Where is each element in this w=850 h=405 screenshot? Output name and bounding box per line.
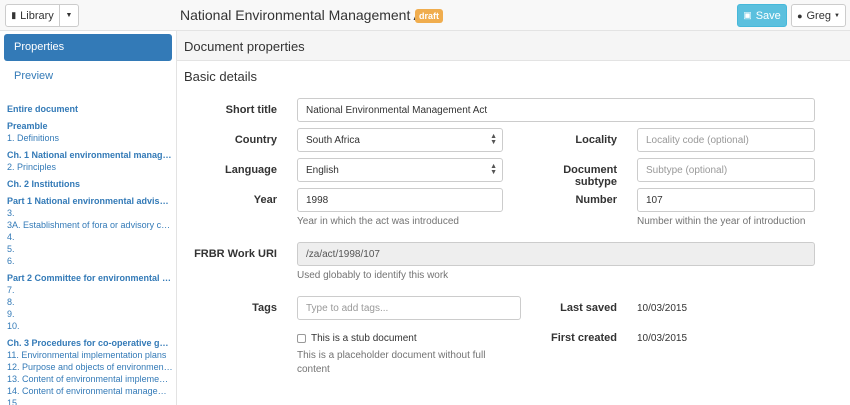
- language-value: English: [306, 164, 339, 176]
- country-label: Country: [234, 134, 277, 146]
- toc-item[interactable]: 11. Environmental implementation plans: [7, 349, 173, 361]
- toc-item[interactable]: 1. Definitions: [7, 132, 173, 144]
- toc-item[interactable]: 6.: [7, 255, 173, 267]
- toc-item[interactable]: Ch. 2 Institutions: [7, 178, 173, 190]
- short-title-input[interactable]: National Environmental Management Act: [297, 98, 815, 122]
- frbr-help: Used globably to identify this work: [297, 270, 449, 281]
- nav-preview[interactable]: Preview: [4, 64, 172, 89]
- year-help: Year in which the act was introduced: [297, 216, 459, 227]
- toc-item[interactable]: 2. Principles: [7, 161, 173, 173]
- library-menu-toggle[interactable]: ▼: [59, 4, 79, 27]
- short-title-label: Short title: [225, 104, 277, 116]
- toc-item[interactable]: 15.: [7, 397, 173, 405]
- frbr-uri-field: /za/act/1998/107: [297, 242, 815, 266]
- locality-input[interactable]: Locality code (optional): [637, 128, 815, 152]
- main-header-title: Document properties: [184, 39, 305, 54]
- year-input[interactable]: 1998: [297, 188, 503, 212]
- first-created-label: First created: [550, 332, 617, 344]
- book-icon: ▮: [11, 10, 17, 20]
- subtype-input[interactable]: Subtype (optional): [637, 158, 815, 182]
- toc-item[interactable]: 14. Content of environmental management …: [7, 385, 173, 397]
- top-bar: ▮ Library ▼ National Environmental Manag…: [0, 0, 850, 31]
- number-label: Number: [575, 194, 617, 206]
- library-label: Library: [20, 9, 54, 22]
- draft-badge: draft: [415, 9, 443, 23]
- floppy-icon: ▣: [743, 10, 752, 20]
- document-title: National Environmental Management Act: [180, 7, 434, 23]
- toc-item[interactable]: 8.: [7, 296, 173, 308]
- toc-item[interactable]: Part 2 Committee for environmental coord…: [7, 272, 173, 284]
- select-arrows-icon: ▲ ▼: [490, 133, 497, 146]
- toc-item[interactable]: 5.: [7, 243, 173, 255]
- last-saved-value: 10/03/2015: [637, 303, 688, 314]
- toc-item[interactable]: Ch. 3 Procedures for co-operative govern…: [7, 337, 173, 349]
- frbr-label: FRBR Work URI: [194, 248, 277, 260]
- section-title: Basic details: [184, 69, 257, 84]
- year-label: Year: [253, 194, 277, 206]
- toc-item[interactable]: Part 1 National environmental advisory f…: [7, 195, 173, 207]
- toc-item[interactable]: 4.: [7, 231, 173, 243]
- main-header: Document properties: [177, 31, 850, 61]
- save-label: Save: [755, 9, 781, 22]
- first-created-value: 10/03/2015: [637, 333, 688, 344]
- stub-help-line-2: content: [297, 364, 330, 375]
- number-help: Number within the year of introduction: [637, 216, 806, 227]
- language-label: Language: [225, 164, 277, 176]
- stub-help-line-1: This is a placeholder document without f…: [297, 350, 486, 361]
- country-value: South Africa: [306, 134, 360, 146]
- number-input[interactable]: 107: [637, 188, 815, 212]
- stub-checkbox[interactable]: [297, 334, 306, 343]
- user-menu-button[interactable]: ● Greg ▼: [791, 4, 846, 27]
- language-select[interactable]: English ▲ ▼: [297, 158, 503, 182]
- subtype-label: Document subtype: [563, 164, 617, 188]
- caret-down-icon: ▼: [65, 12, 73, 19]
- tags-label: Tags: [252, 302, 277, 314]
- toc-item[interactable]: 7.: [7, 284, 173, 296]
- toc-item[interactable]: Ch. 1 National environmental management …: [7, 149, 173, 161]
- sidebar: Properties Preview Entire document Preamb…: [0, 31, 177, 405]
- country-select[interactable]: South Africa ▲ ▼: [297, 128, 503, 152]
- locality-label: Locality: [575, 134, 617, 146]
- toc-item[interactable]: 3A. Establishment of fora or advisory co…: [7, 219, 173, 231]
- toc-item[interactable]: 10.: [7, 320, 173, 332]
- tags-input[interactable]: Type to add tags...: [297, 296, 521, 320]
- library-button[interactable]: ▮ Library: [5, 4, 60, 27]
- toc-item[interactable]: 12. Purpose and objects of environmental…: [7, 361, 173, 373]
- save-button[interactable]: ▣ Save: [737, 4, 787, 27]
- toc-item[interactable]: 9.: [7, 308, 173, 320]
- nav-properties[interactable]: Properties: [4, 34, 172, 61]
- caret-down-icon: ▼: [833, 12, 840, 19]
- toc-item[interactable]: 13. Content of environmental implementat…: [7, 373, 173, 385]
- user-label: Greg: [806, 9, 831, 22]
- table-of-contents: Entire document Preamble 1. Definitions Ch.…: [7, 103, 173, 405]
- last-saved-label: Last saved: [560, 302, 617, 314]
- stub-checkbox-label: This is a stub document: [311, 333, 417, 344]
- toc-item[interactable]: Preamble: [7, 120, 173, 132]
- toc-item[interactable]: 3.: [7, 207, 173, 219]
- user-icon: ●: [797, 10, 803, 21]
- toc-item[interactable]: Entire document: [7, 103, 173, 115]
- select-arrows-icon: ▲ ▼: [490, 163, 497, 176]
